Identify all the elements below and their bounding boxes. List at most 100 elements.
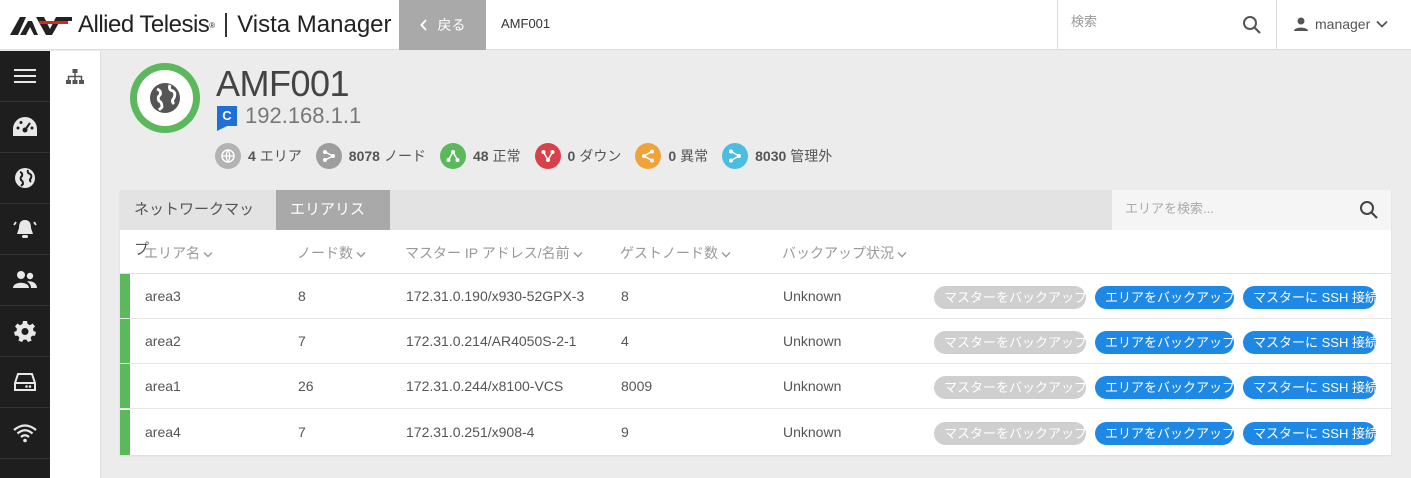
cell-backup: Unknown <box>783 333 842 349</box>
cell-master: 172.31.0.190/x930-52GPX-3 <box>406 288 585 304</box>
wifi-icon <box>13 424 37 443</box>
logo[interactable]: Allied Telesis ® Vista Manager <box>10 11 392 39</box>
device-status-ring <box>130 63 200 133</box>
chevron-down-icon <box>573 252 583 258</box>
nav-dashboard[interactable] <box>0 102 50 153</box>
ssh-master-button[interactable]: マスターに SSH 接続 <box>1243 331 1378 354</box>
backup-area-button[interactable]: エリアをバックアップ <box>1095 286 1235 309</box>
device-ip: 192.168.1.1 <box>245 103 362 128</box>
nav-menu[interactable] <box>0 51 50 102</box>
brand-name: Allied Telesis <box>78 11 210 38</box>
stat-areas-count: 4 <box>248 148 256 164</box>
stats-bar: 4 エリア 8078 ノード 48 正常 0 ダウン 0 異常 8030 管理外 <box>215 143 846 169</box>
column-header-guests[interactable]: ゲストノード数 <box>620 243 731 263</box>
cell-guests: 8 <box>621 288 629 304</box>
stat-up-label: 正常 <box>492 148 521 164</box>
backup-area-button[interactable]: エリアをバックアップ <box>1095 376 1235 399</box>
column-header-area[interactable]: エリア名 <box>144 243 213 263</box>
nav-storage[interactable] <box>0 357 50 408</box>
column-header-backup[interactable]: バックアップ状況 <box>782 243 907 263</box>
controller-badge: C <box>217 106 237 131</box>
device-title: AMF001 <box>216 63 350 104</box>
table-row[interactable]: area3 8 172.31.0.190/x930-52GPX-3 8 Unkn… <box>120 274 1391 319</box>
cell-nodes: 26 <box>298 378 314 394</box>
back-button[interactable]: 戻る <box>399 0 486 50</box>
brand-registered-mark: ® <box>209 20 216 30</box>
stat-unmanaged-badge <box>722 143 749 169</box>
cell-nodes: 7 <box>298 424 306 440</box>
stat-up-badge <box>439 143 466 169</box>
column-header-nodes[interactable]: ノード数 <box>297 243 366 263</box>
cell-guests: 4 <box>621 333 629 349</box>
sub-nav <box>50 51 101 478</box>
table-row[interactable]: area2 7 172.31.0.214/AR4050S-2-1 4 Unkno… <box>120 319 1391 364</box>
cell-master: 172.31.0.214/AR4050S-2-1 <box>406 333 577 349</box>
stat-down: 0 ダウン <box>534 143 622 169</box>
backup-master-button[interactable]: マスターをバックアップ <box>934 422 1087 445</box>
stat-areas: 4 エリア <box>215 143 302 169</box>
stat-nodes-badge <box>315 143 342 169</box>
cell-backup: Unknown <box>783 288 842 304</box>
hierarchy-tree-icon[interactable] <box>66 69 84 85</box>
tab-bar: ネットワークマップ エリアリスト <box>120 190 1391 258</box>
tab-area-list[interactable]: エリアリスト <box>276 190 390 258</box>
search-icon[interactable] <box>1242 15 1262 35</box>
cell-area: area4 <box>145 424 181 440</box>
area-panel: ネットワークマップ エリアリスト エリア名 ノード数 マスター IP アドレス/… <box>120 190 1391 455</box>
gear-icon <box>14 321 36 342</box>
backup-master-button[interactable]: マスターをバックアップ <box>934 331 1087 354</box>
ssh-master-button[interactable]: マスターに SSH 接続 <box>1243 422 1378 445</box>
product-name: Vista Manager <box>237 11 392 38</box>
tab-network-map[interactable]: ネットワークマップ <box>120 190 276 258</box>
hamburger-menu-icon <box>14 69 36 83</box>
cell-master: 172.31.0.244/x8100-VCS <box>406 378 564 394</box>
cell-area: area2 <box>145 333 181 349</box>
unmanaged-icon <box>729 149 742 163</box>
device-status-inner <box>137 70 193 126</box>
ssh-master-button[interactable]: マスターに SSH 接続 <box>1243 376 1378 399</box>
column-header-master-label: マスター IP アドレス/名前 <box>405 245 570 261</box>
row-status-bar <box>120 410 130 455</box>
user-menu[interactable]: manager <box>1293 16 1388 32</box>
stat-up: 48 正常 <box>439 143 521 169</box>
table-row[interactable]: area1 26 172.31.0.244/x8100-VCS 8009 Unk… <box>120 364 1391 409</box>
dashboard-gauge-icon <box>13 117 37 136</box>
cell-guests: 8009 <box>621 378 653 394</box>
stat-warning-badge <box>635 143 662 169</box>
stat-nodes-label: ノード <box>383 148 426 164</box>
breadcrumb[interactable]: AMF001 <box>501 16 550 31</box>
stat-down-count: 0 <box>567 148 576 164</box>
column-header-master[interactable]: マスター IP アドレス/名前 <box>405 243 583 263</box>
area-search-input[interactable] <box>1125 201 1345 216</box>
backup-area-button[interactable]: エリアをバックアップ <box>1095 422 1235 445</box>
backup-master-button[interactable]: マスターをバックアップ <box>934 376 1087 399</box>
stat-nodes-count: 8078 <box>348 148 380 164</box>
search-icon[interactable] <box>1359 200 1379 220</box>
table-header: エリア名 ノード数 マスター IP アドレス/名前 ゲストノード数 バックアップ… <box>120 230 1391 274</box>
up-icon <box>446 150 460 162</box>
nav-settings[interactable] <box>0 306 50 357</box>
table-row[interactable]: area4 7 172.31.0.251/x908-4 9 Unknown マス… <box>120 410 1391 455</box>
nav-wireless[interactable] <box>0 408 50 459</box>
global-search-input[interactable] <box>1071 14 1231 29</box>
stat-warning-count: 0 <box>668 148 677 164</box>
ssh-master-button[interactable]: マスターに SSH 接続 <box>1243 286 1378 309</box>
stat-warning: 0 異常 <box>635 143 708 169</box>
chevron-left-icon <box>419 19 427 31</box>
logo-divider <box>225 13 228 37</box>
cell-backup: Unknown <box>783 424 842 440</box>
backup-area-button[interactable]: エリアをバックアップ <box>1095 331 1235 354</box>
nav-users[interactable] <box>0 255 50 306</box>
cell-nodes: 7 <box>298 333 306 349</box>
nav-alerts[interactable] <box>0 204 50 255</box>
backup-master-button[interactable]: マスターをバックアップ <box>934 286 1087 309</box>
chevron-down-icon <box>203 252 213 258</box>
globe-icon <box>150 83 180 113</box>
stat-down-label: ダウン <box>579 148 622 164</box>
cell-master: 172.31.0.251/x908-4 <box>406 424 535 440</box>
column-header-guests-label: ゲストノード数 <box>620 245 718 261</box>
user-name: manager <box>1315 16 1371 32</box>
bell-alarm-icon <box>13 220 37 238</box>
row-status-bar <box>120 319 130 363</box>
nav-network[interactable] <box>0 153 50 204</box>
